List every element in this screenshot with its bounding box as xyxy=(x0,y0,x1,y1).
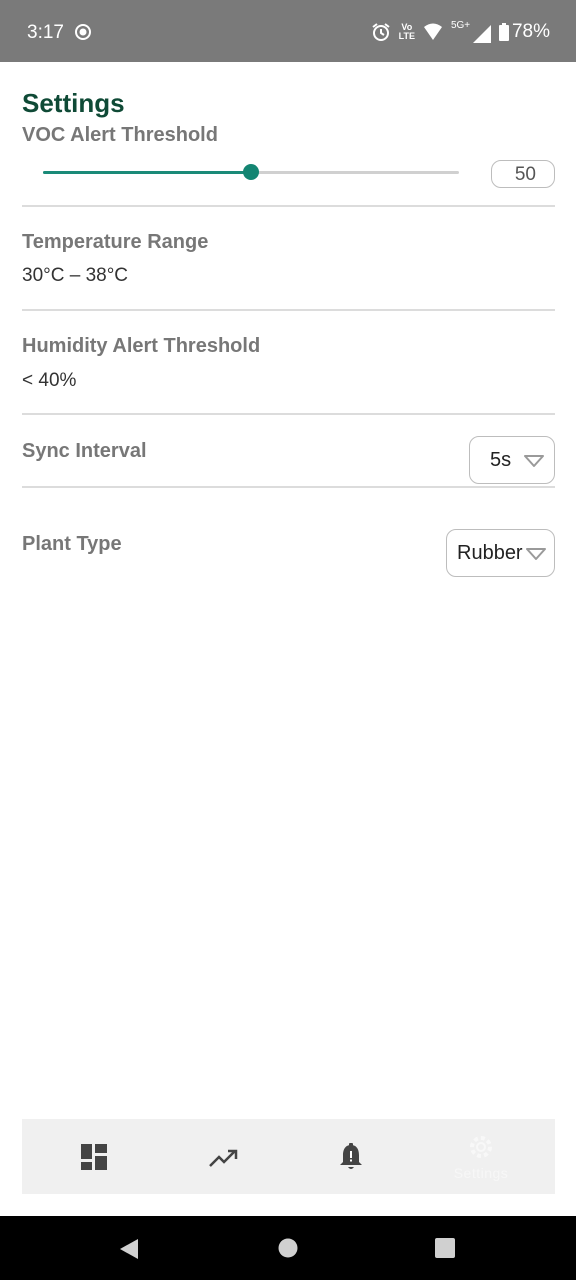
divider xyxy=(22,309,555,311)
trending-up-icon xyxy=(209,1149,238,1167)
humidity-threshold-value: < 40% xyxy=(22,370,77,391)
sync-interval-label: Sync Interval xyxy=(22,440,147,462)
humidity-threshold-label: Humidity Alert Threshold xyxy=(22,335,261,357)
screen-record-icon xyxy=(75,24,91,40)
voc-threshold-value[interactable]: 50 xyxy=(491,160,555,188)
plant-type-label: Plant Type xyxy=(22,533,122,555)
system-nav-bar xyxy=(0,1216,576,1280)
status-icons: Vo LTE 5G+ 78% xyxy=(371,20,550,44)
page-title: Settings xyxy=(22,88,125,118)
dashboard-icon xyxy=(81,1144,107,1170)
temperature-range-value: 30°C – 38°C xyxy=(22,265,129,286)
temperature-range-label: Temperature Range xyxy=(22,231,209,253)
recents-icon[interactable] xyxy=(435,1238,455,1258)
back-icon[interactable] xyxy=(119,1238,139,1260)
bell-alert-icon xyxy=(340,1143,362,1169)
nav-settings-label: Settings xyxy=(453,1165,509,1181)
battery-percent: 78% xyxy=(511,21,550,42)
nav-settings[interactable]: Settings xyxy=(416,1119,546,1194)
plant-type-selected: Rubber xyxy=(457,541,523,564)
volte-icon: Vo LTE xyxy=(398,22,415,41)
voc-threshold-label: VOC Alert Threshold xyxy=(22,124,218,146)
home-icon[interactable] xyxy=(278,1238,298,1258)
battery-icon xyxy=(498,23,509,41)
bottom-nav: Settings xyxy=(22,1119,555,1194)
plant-type-select[interactable]: Rubber xyxy=(446,529,555,577)
divider xyxy=(22,486,555,488)
slider-thumb[interactable] xyxy=(243,164,259,180)
sync-interval-selected: 5s xyxy=(490,448,512,471)
sync-interval-select[interactable]: 5s xyxy=(469,436,555,484)
nav-dashboard[interactable] xyxy=(29,1119,159,1194)
gear-icon xyxy=(470,1136,492,1158)
voc-threshold-slider[interactable] xyxy=(43,164,459,180)
divider xyxy=(22,205,555,207)
dropdown-arrow-icon xyxy=(526,548,546,560)
alarm-icon xyxy=(372,23,390,41)
wifi-icon xyxy=(423,23,442,40)
nav-alerts[interactable] xyxy=(286,1119,416,1194)
nav-trends[interactable] xyxy=(159,1119,289,1194)
dropdown-arrow-icon xyxy=(524,455,544,467)
cell-signal-icon: 5G+ xyxy=(451,21,491,43)
slider-fill xyxy=(43,171,251,174)
divider xyxy=(22,413,555,415)
status-bar: 3:17 Vo LTE 5G+ 78% xyxy=(0,0,576,62)
status-time: 3:17 xyxy=(27,22,64,43)
